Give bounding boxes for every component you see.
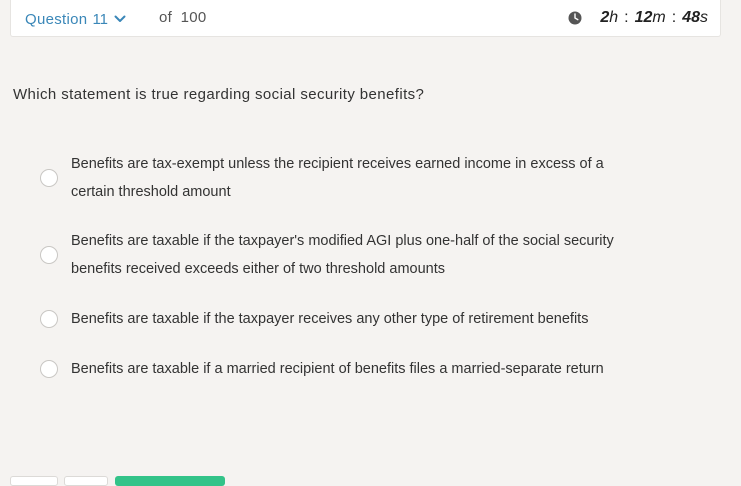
answer-option-d[interactable]: Benefits are taxable if a married recipi… bbox=[38, 355, 688, 383]
option-text: Benefits are tax-exempt unless the recip… bbox=[71, 150, 691, 206]
question-number: 11 bbox=[92, 10, 109, 28]
option-text-line: certain threshold amount bbox=[71, 184, 231, 200]
chevron-down-icon bbox=[114, 15, 126, 22]
question-header-bar: Question 11 of 100 2h:12m:48s bbox=[10, 0, 721, 37]
radio-button[interactable] bbox=[40, 169, 58, 187]
option-text: Benefits are taxable if a married recipi… bbox=[71, 361, 604, 377]
timer-separator: : bbox=[671, 9, 677, 26]
question-label: Question bbox=[25, 10, 88, 28]
question-selector-dropdown[interactable]: Question 11 bbox=[25, 9, 126, 29]
timer-hours-unit: h bbox=[609, 9, 619, 26]
timer-hours: 2 bbox=[600, 9, 610, 26]
question-text: Which statement is true regarding social… bbox=[13, 86, 425, 103]
previous-button[interactable] bbox=[10, 476, 58, 486]
radio-button[interactable] bbox=[40, 360, 58, 378]
question-total: of 100 bbox=[159, 9, 207, 26]
timer-minutes-unit: m bbox=[652, 9, 666, 26]
of-label: of bbox=[159, 9, 173, 26]
option-text: Benefits are taxable if the taxpayer's m… bbox=[71, 227, 691, 283]
answer-option-a[interactable]: Benefits are tax-exempt unless the recip… bbox=[38, 150, 688, 208]
timer-value: 2h:12m:48s bbox=[600, 9, 708, 27]
next-button[interactable] bbox=[64, 476, 108, 486]
radio-button[interactable] bbox=[40, 246, 58, 264]
option-text-line: benefits received exceeds either of two … bbox=[71, 261, 445, 277]
option-text: Benefits are taxable if the taxpayer rec… bbox=[71, 311, 589, 327]
radio-button[interactable] bbox=[40, 310, 58, 328]
option-text-line: Benefits are taxable if the taxpayer's m… bbox=[71, 233, 614, 249]
timer-separator: : bbox=[624, 9, 629, 26]
timer-seconds: 48 bbox=[682, 9, 700, 26]
timer-minutes: 12 bbox=[634, 9, 653, 26]
answer-option-b[interactable]: Benefits are taxable if the taxpayer's m… bbox=[38, 227, 688, 285]
timer-seconds-unit: s bbox=[700, 9, 708, 26]
option-text-line: Benefits are tax-exempt unless the recip… bbox=[71, 156, 604, 172]
total-count: 100 bbox=[180, 9, 207, 26]
clock-icon bbox=[568, 11, 582, 25]
submit-button[interactable] bbox=[115, 476, 225, 486]
exam-timer: 2h:12m:48s bbox=[568, 8, 708, 28]
answer-option-c[interactable]: Benefits are taxable if the taxpayer rec… bbox=[38, 305, 688, 333]
